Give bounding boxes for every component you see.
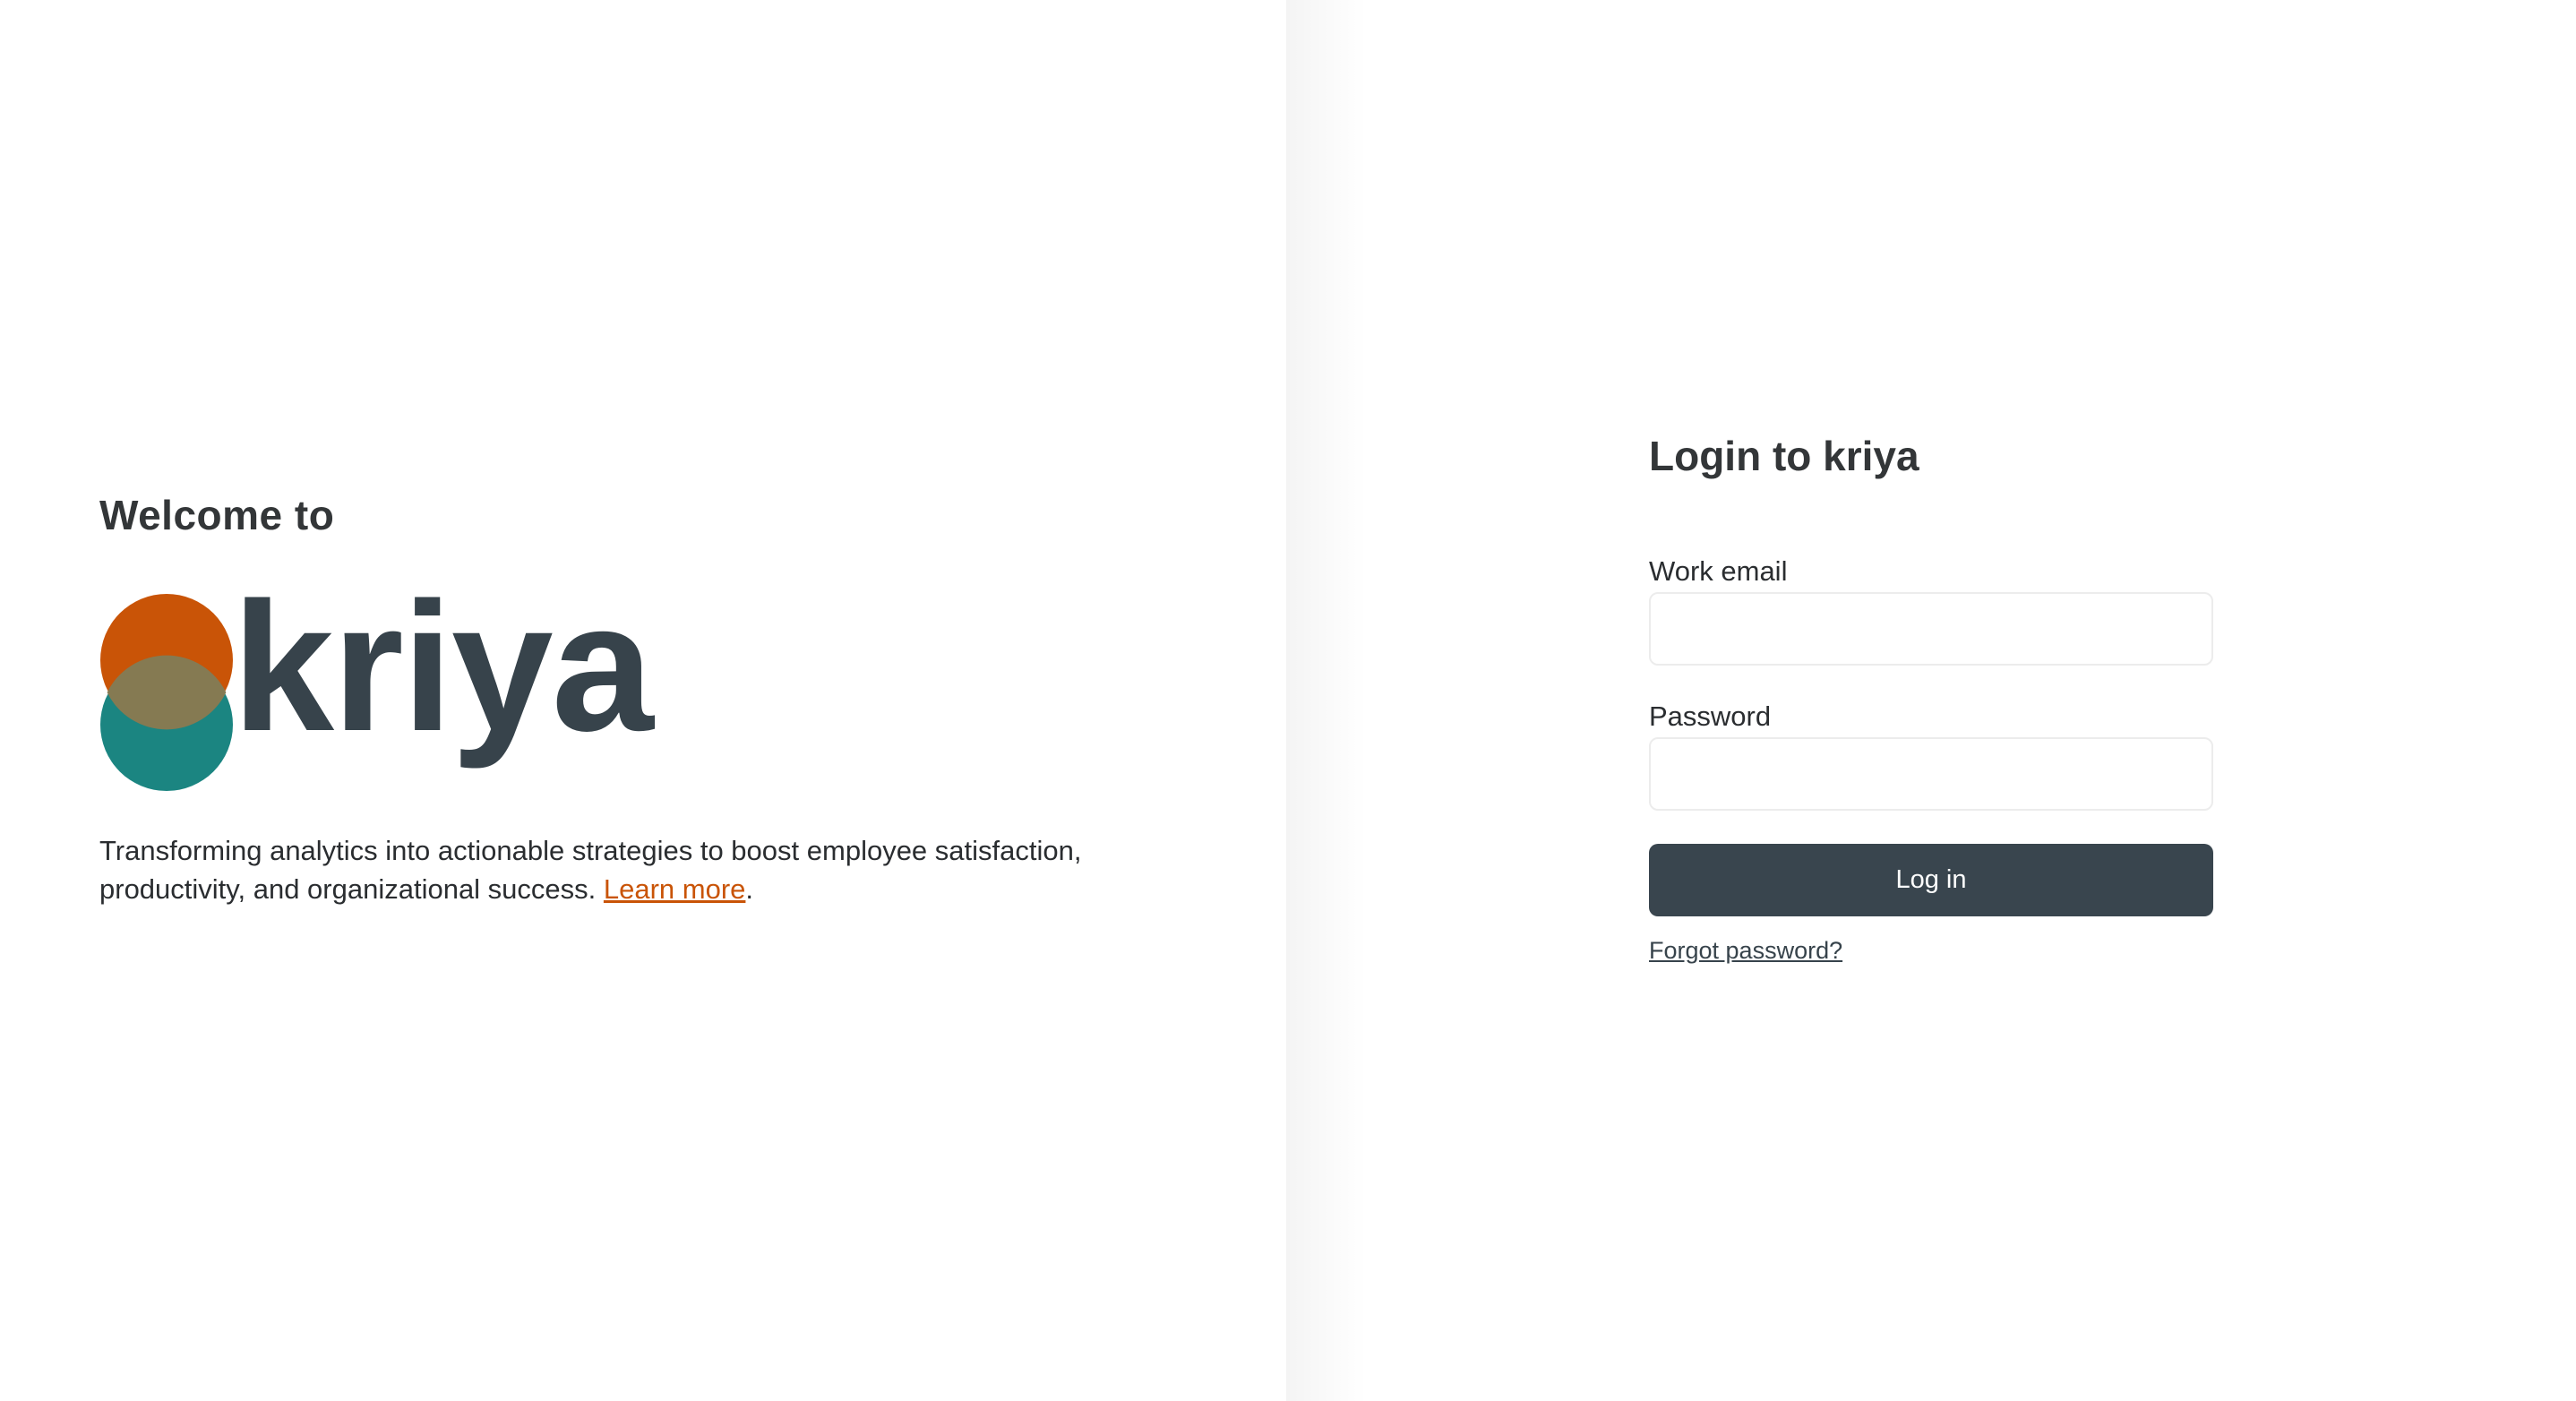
- welcome-panel: Welcome to kriya Transforming analytics …: [0, 0, 1286, 1401]
- email-field[interactable]: [1649, 592, 2213, 666]
- welcome-heading: Welcome to: [99, 492, 335, 538]
- login-page: Welcome to kriya Transforming analytics …: [0, 0, 2576, 1401]
- email-label: Work email: [1649, 555, 1788, 587]
- forgot-password-link[interactable]: Forgot password?: [1649, 937, 1842, 965]
- password-field[interactable]: [1649, 737, 2213, 811]
- login-button[interactable]: Log in: [1649, 844, 2213, 916]
- login-title: Login to kriya: [1649, 433, 1919, 479]
- learn-more-link[interactable]: Learn more: [604, 873, 746, 905]
- tagline: Transforming analytics into actionable s…: [99, 831, 1192, 908]
- tagline-text: Transforming analytics into actionable s…: [99, 835, 1082, 905]
- login-panel: [1286, 0, 2576, 1401]
- password-label: Password: [1649, 700, 1772, 732]
- tagline-period: .: [745, 873, 754, 905]
- kriya-logo: kriya: [99, 575, 673, 797]
- logo-wordmark: kriya: [232, 564, 654, 769]
- logo-circles-icon: [100, 594, 233, 791]
